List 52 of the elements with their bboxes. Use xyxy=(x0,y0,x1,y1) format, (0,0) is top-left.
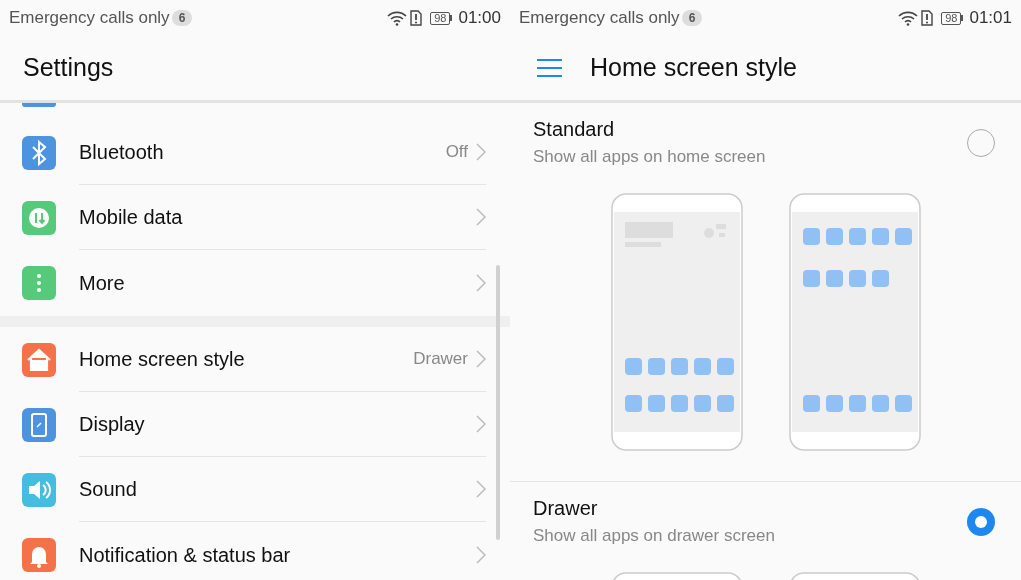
notification-count: 6 xyxy=(681,10,703,26)
wifi-icon xyxy=(387,10,408,26)
chevron-right-icon xyxy=(476,545,486,564)
settings-row[interactable]: Display xyxy=(0,392,510,457)
settings-row[interactable]: More xyxy=(0,250,510,315)
clock-text: 01:00 xyxy=(458,7,501,30)
bell-icon xyxy=(22,537,56,572)
chevron-right-icon xyxy=(476,350,486,368)
speaker-icon xyxy=(22,472,56,507)
chevron-right-icon xyxy=(476,480,486,498)
carrier-text: Emergency calls only xyxy=(9,7,170,30)
settings-row[interactable]: Mobile data xyxy=(0,185,510,250)
screen-title: Settings xyxy=(23,52,114,84)
chevron-right-icon xyxy=(476,273,486,292)
row-label: Display xyxy=(79,412,146,437)
settings-row[interactable]: Home screen style Drawer xyxy=(0,327,510,392)
style-option[interactable]: Drawer Show all apps on drawer screen xyxy=(510,482,1021,550)
option-subtitle: Show all apps on home screen xyxy=(533,146,767,168)
chevron-right-icon xyxy=(476,143,486,161)
phone-screen-icon xyxy=(22,407,56,442)
row-value: Drawer xyxy=(413,348,468,371)
house-icon xyxy=(22,342,56,377)
notification-count: 6 xyxy=(171,10,193,26)
option-title: Drawer xyxy=(533,496,599,521)
row-label: Bluetooth xyxy=(79,140,165,165)
chevron-right-icon xyxy=(476,208,486,226)
row-value: Off xyxy=(445,141,468,164)
sim-alert-icon xyxy=(921,10,934,26)
clock-text: 01:01 xyxy=(969,7,1012,30)
chevron-right-icon xyxy=(476,415,486,433)
carrier-text: Emergency calls only xyxy=(519,7,680,30)
option-title: Standard xyxy=(533,117,616,142)
row-label: Sound xyxy=(79,477,138,502)
row-label: More xyxy=(79,270,126,296)
battery-indicator: 98 xyxy=(430,11,453,25)
battery-indicator: 98 xyxy=(941,11,964,25)
sim-alert-icon xyxy=(410,10,423,26)
row-label: Home screen style xyxy=(79,347,246,372)
bluetooth-icon xyxy=(22,135,56,170)
screen-title: Home screen style xyxy=(590,52,798,84)
menu-icon[interactable] xyxy=(537,58,562,78)
style-option[interactable]: Standard Show all apps on home screen xyxy=(510,103,1021,171)
radio-button[interactable] xyxy=(967,508,995,536)
row-label: Mobile data xyxy=(79,205,184,230)
data-arrows-icon xyxy=(22,200,56,235)
settings-row[interactable]: Notification & status bar xyxy=(0,522,510,580)
option-subtitle: Show all apps on drawer screen xyxy=(533,525,776,547)
more-dots-icon xyxy=(22,265,56,300)
settings-row[interactable]: Bluetooth Off xyxy=(0,120,510,185)
settings-row[interactable]: Sound xyxy=(0,457,510,522)
wifi-icon xyxy=(898,10,919,26)
row-label: Notification & status bar xyxy=(79,542,292,568)
